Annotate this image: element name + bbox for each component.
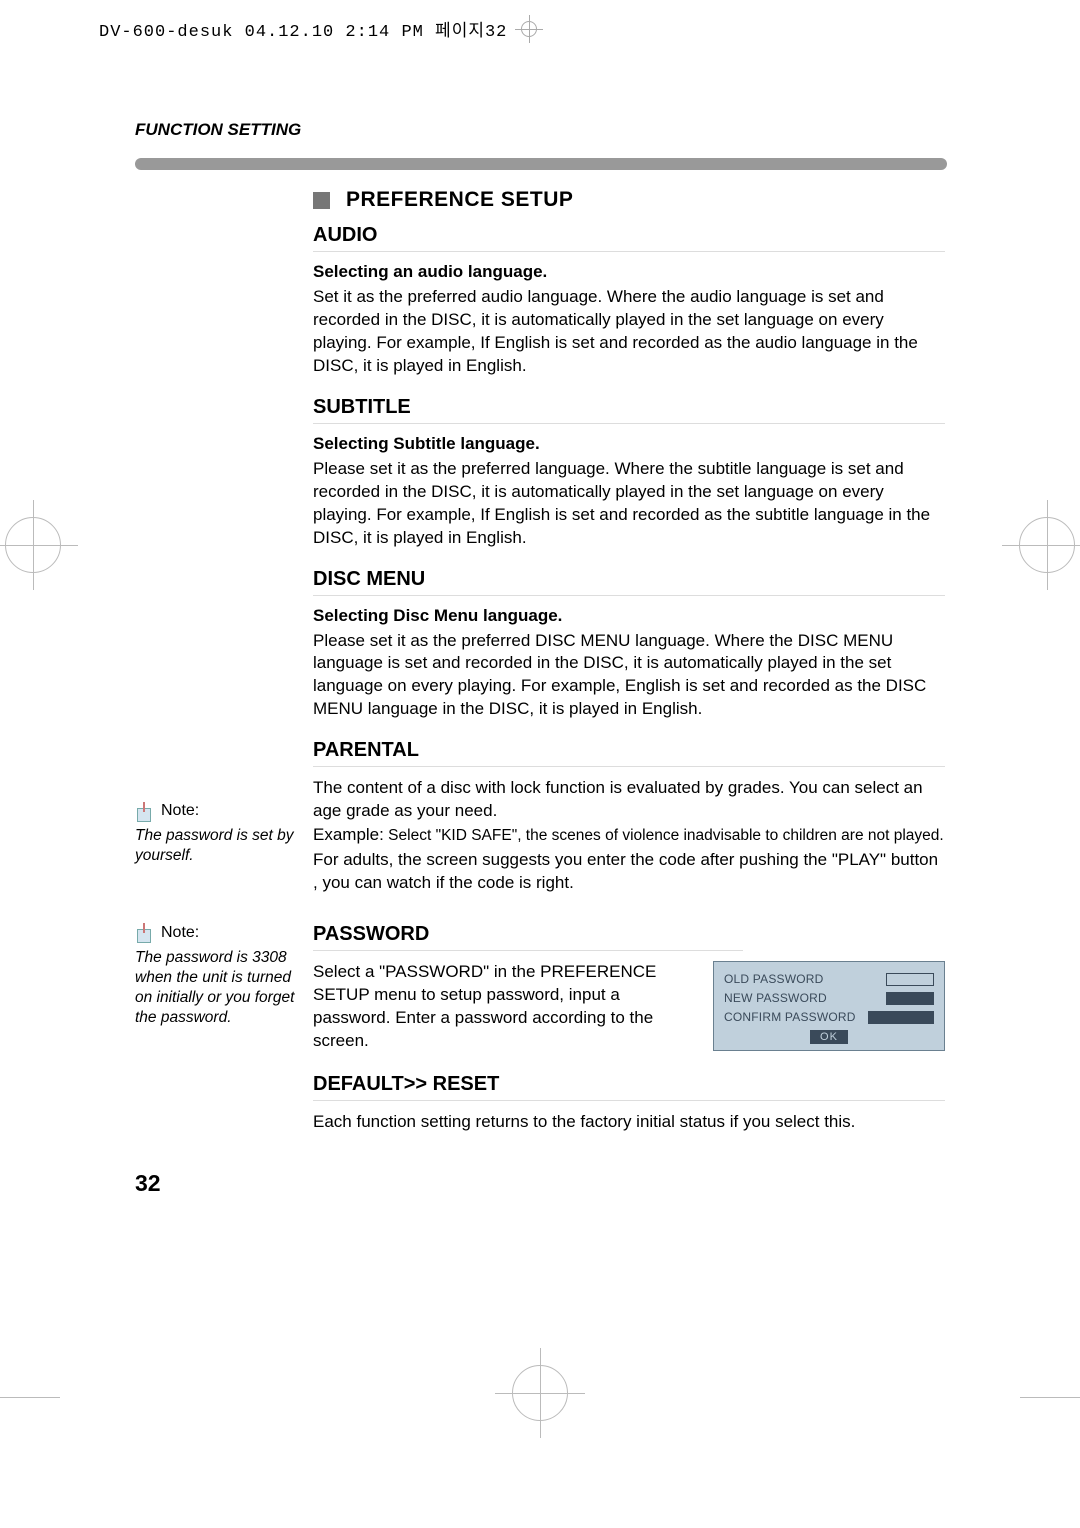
note-label: Note: [161, 801, 199, 822]
subtitle-body: Please set it as the preferred language.… [313, 458, 945, 550]
note-icon [135, 802, 155, 822]
page-content: FUNCTION SETTING PREFERENCE SETUP AUDIO … [135, 120, 945, 1136]
section-label: FUNCTION SETTING [135, 120, 945, 140]
parental-heading: PARENTAL [313, 739, 945, 762]
new-password-field[interactable] [886, 992, 934, 1005]
registration-mark-icon [1002, 500, 1080, 590]
disc-menu-heading: DISC MENU [313, 568, 945, 591]
disc-menu-subheading: Selecting Disc Menu language. [313, 606, 945, 626]
rule [313, 1100, 945, 1101]
password-note: Note: The password is 3308 when the unit… [135, 923, 295, 1028]
trim-mark [0, 1397, 60, 1398]
example-label: Example: [313, 825, 384, 844]
old-password-label: OLD PASSWORD [724, 972, 824, 986]
old-password-field[interactable] [886, 973, 934, 986]
parental-body2: For adults, the screen suggests you ente… [313, 849, 945, 895]
content-area: PREFERENCE SETUP AUDIO Selecting an audi… [313, 188, 945, 1134]
confirm-password-row: CONFIRM PASSWORD [724, 1010, 934, 1024]
confirm-password-label: CONFIRM PASSWORD [724, 1010, 856, 1024]
password-dialog: OLD PASSWORD NEW PASSWORD CONFIRM PASSWO… [713, 961, 945, 1051]
example-text: Select "KID SAFE", the scenes of violenc… [384, 827, 944, 844]
parental-body1: The content of a disc with lock function… [313, 777, 945, 823]
trim-mark [1020, 1397, 1080, 1398]
parental-note: Note: The password is set by yourself. [135, 801, 295, 866]
rule [313, 595, 945, 596]
password-heading: PASSWORD [313, 923, 945, 946]
disc-menu-body: Please set it as the preferred DISC MENU… [313, 630, 945, 722]
preference-setup-heading: PREFERENCE SETUP [346, 188, 573, 212]
audio-heading: AUDIO [313, 224, 945, 247]
rule [313, 251, 945, 252]
file-header: DV-600-desuk 04.12.10 2:14 PM 페이지32 [99, 15, 543, 43]
registration-mark-icon [0, 500, 78, 590]
note-label: Note: [161, 923, 199, 944]
divider-bar [135, 158, 947, 170]
registration-mark-icon [495, 1348, 585, 1438]
page-number: 32 [135, 1170, 161, 1197]
note-icon [135, 923, 155, 943]
parental-example: Example: Select "KID SAFE", the scenes o… [313, 825, 945, 845]
password-body: Select a "PASSWORD" in the PREFERENCE SE… [313, 961, 663, 1053]
new-password-label: NEW PASSWORD [724, 991, 827, 1005]
rule [313, 423, 945, 424]
square-bullet-icon [313, 192, 330, 209]
old-password-row: OLD PASSWORD [724, 972, 934, 986]
preference-setup-title-row: PREFERENCE SETUP [313, 188, 945, 212]
rule [313, 766, 945, 767]
rule [313, 950, 743, 951]
password-note-text: The password is 3308 when the unit is tu… [135, 948, 295, 1029]
default-reset-heading: DEFAULT>> RESET [313, 1073, 945, 1096]
confirm-password-field[interactable] [868, 1011, 934, 1024]
default-reset-body: Each function setting returns to the fac… [313, 1111, 945, 1134]
new-password-row: NEW PASSWORD [724, 991, 934, 1005]
parental-note-text: The password is set by yourself. [135, 826, 295, 866]
header-text: DV-600-desuk 04.12.10 2:14 PM 페이지32 [99, 16, 507, 42]
audio-subheading: Selecting an audio language. [313, 262, 945, 282]
audio-body: Set it as the preferred audio language. … [313, 286, 945, 378]
subtitle-heading: SUBTITLE [313, 396, 945, 419]
subtitle-subheading: Selecting Subtitle language. [313, 434, 945, 454]
ok-button[interactable]: OK [810, 1030, 848, 1044]
registration-mark-icon [515, 15, 543, 43]
